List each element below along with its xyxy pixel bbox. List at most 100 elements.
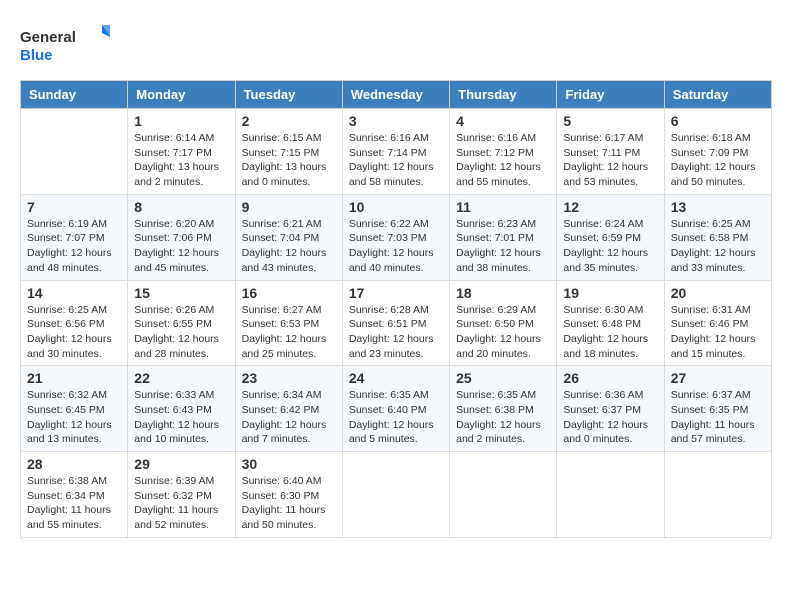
day-number: 3 [349, 113, 443, 129]
calendar-cell [557, 452, 664, 538]
calendar-cell: 3 Sunrise: 6:16 AMSunset: 7:14 PMDayligh… [342, 109, 449, 195]
header-friday: Friday [557, 81, 664, 109]
day-info: Sunrise: 6:28 AMSunset: 6:51 PMDaylight:… [349, 304, 434, 360]
header-sunday: Sunday [21, 81, 128, 109]
day-info: Sunrise: 6:24 AMSunset: 6:59 PMDaylight:… [563, 218, 648, 274]
day-info: Sunrise: 6:27 AMSunset: 6:53 PMDaylight:… [242, 304, 327, 360]
calendar-cell: 18 Sunrise: 6:29 AMSunset: 6:50 PMDaylig… [450, 280, 557, 366]
header-thursday: Thursday [450, 81, 557, 109]
day-number: 8 [134, 199, 228, 215]
calendar-cell: 19 Sunrise: 6:30 AMSunset: 6:48 PMDaylig… [557, 280, 664, 366]
day-number: 17 [349, 285, 443, 301]
day-number: 12 [563, 199, 657, 215]
logo: General Blue [20, 20, 110, 70]
calendar-cell: 24 Sunrise: 6:35 AMSunset: 6:40 PMDaylig… [342, 366, 449, 452]
day-info: Sunrise: 6:16 AMSunset: 7:12 PMDaylight:… [456, 132, 541, 188]
calendar-cell: 10 Sunrise: 6:22 AMSunset: 7:03 PMDaylig… [342, 194, 449, 280]
calendar-cell: 4 Sunrise: 6:16 AMSunset: 7:12 PMDayligh… [450, 109, 557, 195]
day-info: Sunrise: 6:39 AMSunset: 6:32 PMDaylight:… [134, 475, 218, 531]
day-info: Sunrise: 6:22 AMSunset: 7:03 PMDaylight:… [349, 218, 434, 274]
day-info: Sunrise: 6:26 AMSunset: 6:55 PMDaylight:… [134, 304, 219, 360]
calendar-cell: 17 Sunrise: 6:28 AMSunset: 6:51 PMDaylig… [342, 280, 449, 366]
day-info: Sunrise: 6:30 AMSunset: 6:48 PMDaylight:… [563, 304, 648, 360]
day-number: 6 [671, 113, 765, 129]
day-number: 11 [456, 199, 550, 215]
day-info: Sunrise: 6:36 AMSunset: 6:37 PMDaylight:… [563, 389, 648, 445]
calendar-cell: 13 Sunrise: 6:25 AMSunset: 6:58 PMDaylig… [664, 194, 771, 280]
calendar-cell: 7 Sunrise: 6:19 AMSunset: 7:07 PMDayligh… [21, 194, 128, 280]
day-number: 15 [134, 285, 228, 301]
day-info: Sunrise: 6:35 AMSunset: 6:40 PMDaylight:… [349, 389, 434, 445]
header-tuesday: Tuesday [235, 81, 342, 109]
day-number: 2 [242, 113, 336, 129]
day-number: 19 [563, 285, 657, 301]
calendar-cell [21, 109, 128, 195]
header-monday: Monday [128, 81, 235, 109]
calendar-week-3: 14 Sunrise: 6:25 AMSunset: 6:56 PMDaylig… [21, 280, 772, 366]
day-number: 30 [242, 456, 336, 472]
calendar-header-row: SundayMondayTuesdayWednesdayThursdayFrid… [21, 81, 772, 109]
day-info: Sunrise: 6:35 AMSunset: 6:38 PMDaylight:… [456, 389, 541, 445]
day-info: Sunrise: 6:18 AMSunset: 7:09 PMDaylight:… [671, 132, 756, 188]
calendar-cell: 16 Sunrise: 6:27 AMSunset: 6:53 PMDaylig… [235, 280, 342, 366]
day-number: 16 [242, 285, 336, 301]
calendar-week-2: 7 Sunrise: 6:19 AMSunset: 7:07 PMDayligh… [21, 194, 772, 280]
calendar-cell: 27 Sunrise: 6:37 AMSunset: 6:35 PMDaylig… [664, 366, 771, 452]
page-header: General Blue [20, 20, 772, 70]
calendar-week-1: 1 Sunrise: 6:14 AMSunset: 7:17 PMDayligh… [21, 109, 772, 195]
calendar-cell: 14 Sunrise: 6:25 AMSunset: 6:56 PMDaylig… [21, 280, 128, 366]
day-info: Sunrise: 6:15 AMSunset: 7:15 PMDaylight:… [242, 132, 327, 188]
day-number: 22 [134, 370, 228, 386]
calendar-cell: 23 Sunrise: 6:34 AMSunset: 6:42 PMDaylig… [235, 366, 342, 452]
svg-text:General: General [20, 29, 76, 46]
calendar-cell: 5 Sunrise: 6:17 AMSunset: 7:11 PMDayligh… [557, 109, 664, 195]
day-info: Sunrise: 6:20 AMSunset: 7:06 PMDaylight:… [134, 218, 219, 274]
calendar-cell: 20 Sunrise: 6:31 AMSunset: 6:46 PMDaylig… [664, 280, 771, 366]
day-info: Sunrise: 6:25 AMSunset: 6:56 PMDaylight:… [27, 304, 112, 360]
day-number: 4 [456, 113, 550, 129]
calendar-cell: 2 Sunrise: 6:15 AMSunset: 7:15 PMDayligh… [235, 109, 342, 195]
calendar-table: SundayMondayTuesdayWednesdayThursdayFrid… [20, 80, 772, 538]
calendar-cell: 30 Sunrise: 6:40 AMSunset: 6:30 PMDaylig… [235, 452, 342, 538]
calendar-cell: 25 Sunrise: 6:35 AMSunset: 6:38 PMDaylig… [450, 366, 557, 452]
day-number: 28 [27, 456, 121, 472]
calendar-cell [450, 452, 557, 538]
day-number: 1 [134, 113, 228, 129]
day-number: 20 [671, 285, 765, 301]
calendar-cell: 29 Sunrise: 6:39 AMSunset: 6:32 PMDaylig… [128, 452, 235, 538]
calendar-cell: 11 Sunrise: 6:23 AMSunset: 7:01 PMDaylig… [450, 194, 557, 280]
calendar-cell: 9 Sunrise: 6:21 AMSunset: 7:04 PMDayligh… [235, 194, 342, 280]
day-number: 24 [349, 370, 443, 386]
day-info: Sunrise: 6:33 AMSunset: 6:43 PMDaylight:… [134, 389, 219, 445]
calendar-cell: 26 Sunrise: 6:36 AMSunset: 6:37 PMDaylig… [557, 366, 664, 452]
header-saturday: Saturday [664, 81, 771, 109]
calendar-cell: 21 Sunrise: 6:32 AMSunset: 6:45 PMDaylig… [21, 366, 128, 452]
day-info: Sunrise: 6:23 AMSunset: 7:01 PMDaylight:… [456, 218, 541, 274]
day-number: 13 [671, 199, 765, 215]
calendar-week-5: 28 Sunrise: 6:38 AMSunset: 6:34 PMDaylig… [21, 452, 772, 538]
day-number: 5 [563, 113, 657, 129]
day-info: Sunrise: 6:14 AMSunset: 7:17 PMDaylight:… [134, 132, 219, 188]
calendar-cell: 12 Sunrise: 6:24 AMSunset: 6:59 PMDaylig… [557, 194, 664, 280]
day-number: 9 [242, 199, 336, 215]
calendar-cell: 6 Sunrise: 6:18 AMSunset: 7:09 PMDayligh… [664, 109, 771, 195]
day-number: 7 [27, 199, 121, 215]
day-info: Sunrise: 6:17 AMSunset: 7:11 PMDaylight:… [563, 132, 648, 188]
day-number: 27 [671, 370, 765, 386]
calendar-cell: 8 Sunrise: 6:20 AMSunset: 7:06 PMDayligh… [128, 194, 235, 280]
day-number: 25 [456, 370, 550, 386]
calendar-cell: 15 Sunrise: 6:26 AMSunset: 6:55 PMDaylig… [128, 280, 235, 366]
day-number: 23 [242, 370, 336, 386]
calendar-cell [342, 452, 449, 538]
day-info: Sunrise: 6:38 AMSunset: 6:34 PMDaylight:… [27, 475, 111, 531]
day-number: 10 [349, 199, 443, 215]
day-info: Sunrise: 6:34 AMSunset: 6:42 PMDaylight:… [242, 389, 327, 445]
day-info: Sunrise: 6:29 AMSunset: 6:50 PMDaylight:… [456, 304, 541, 360]
day-number: 21 [27, 370, 121, 386]
day-info: Sunrise: 6:21 AMSunset: 7:04 PMDaylight:… [242, 218, 327, 274]
day-info: Sunrise: 6:31 AMSunset: 6:46 PMDaylight:… [671, 304, 756, 360]
svg-text:Blue: Blue [20, 47, 53, 64]
day-number: 26 [563, 370, 657, 386]
day-number: 29 [134, 456, 228, 472]
logo-svg: General Blue [20, 20, 110, 70]
